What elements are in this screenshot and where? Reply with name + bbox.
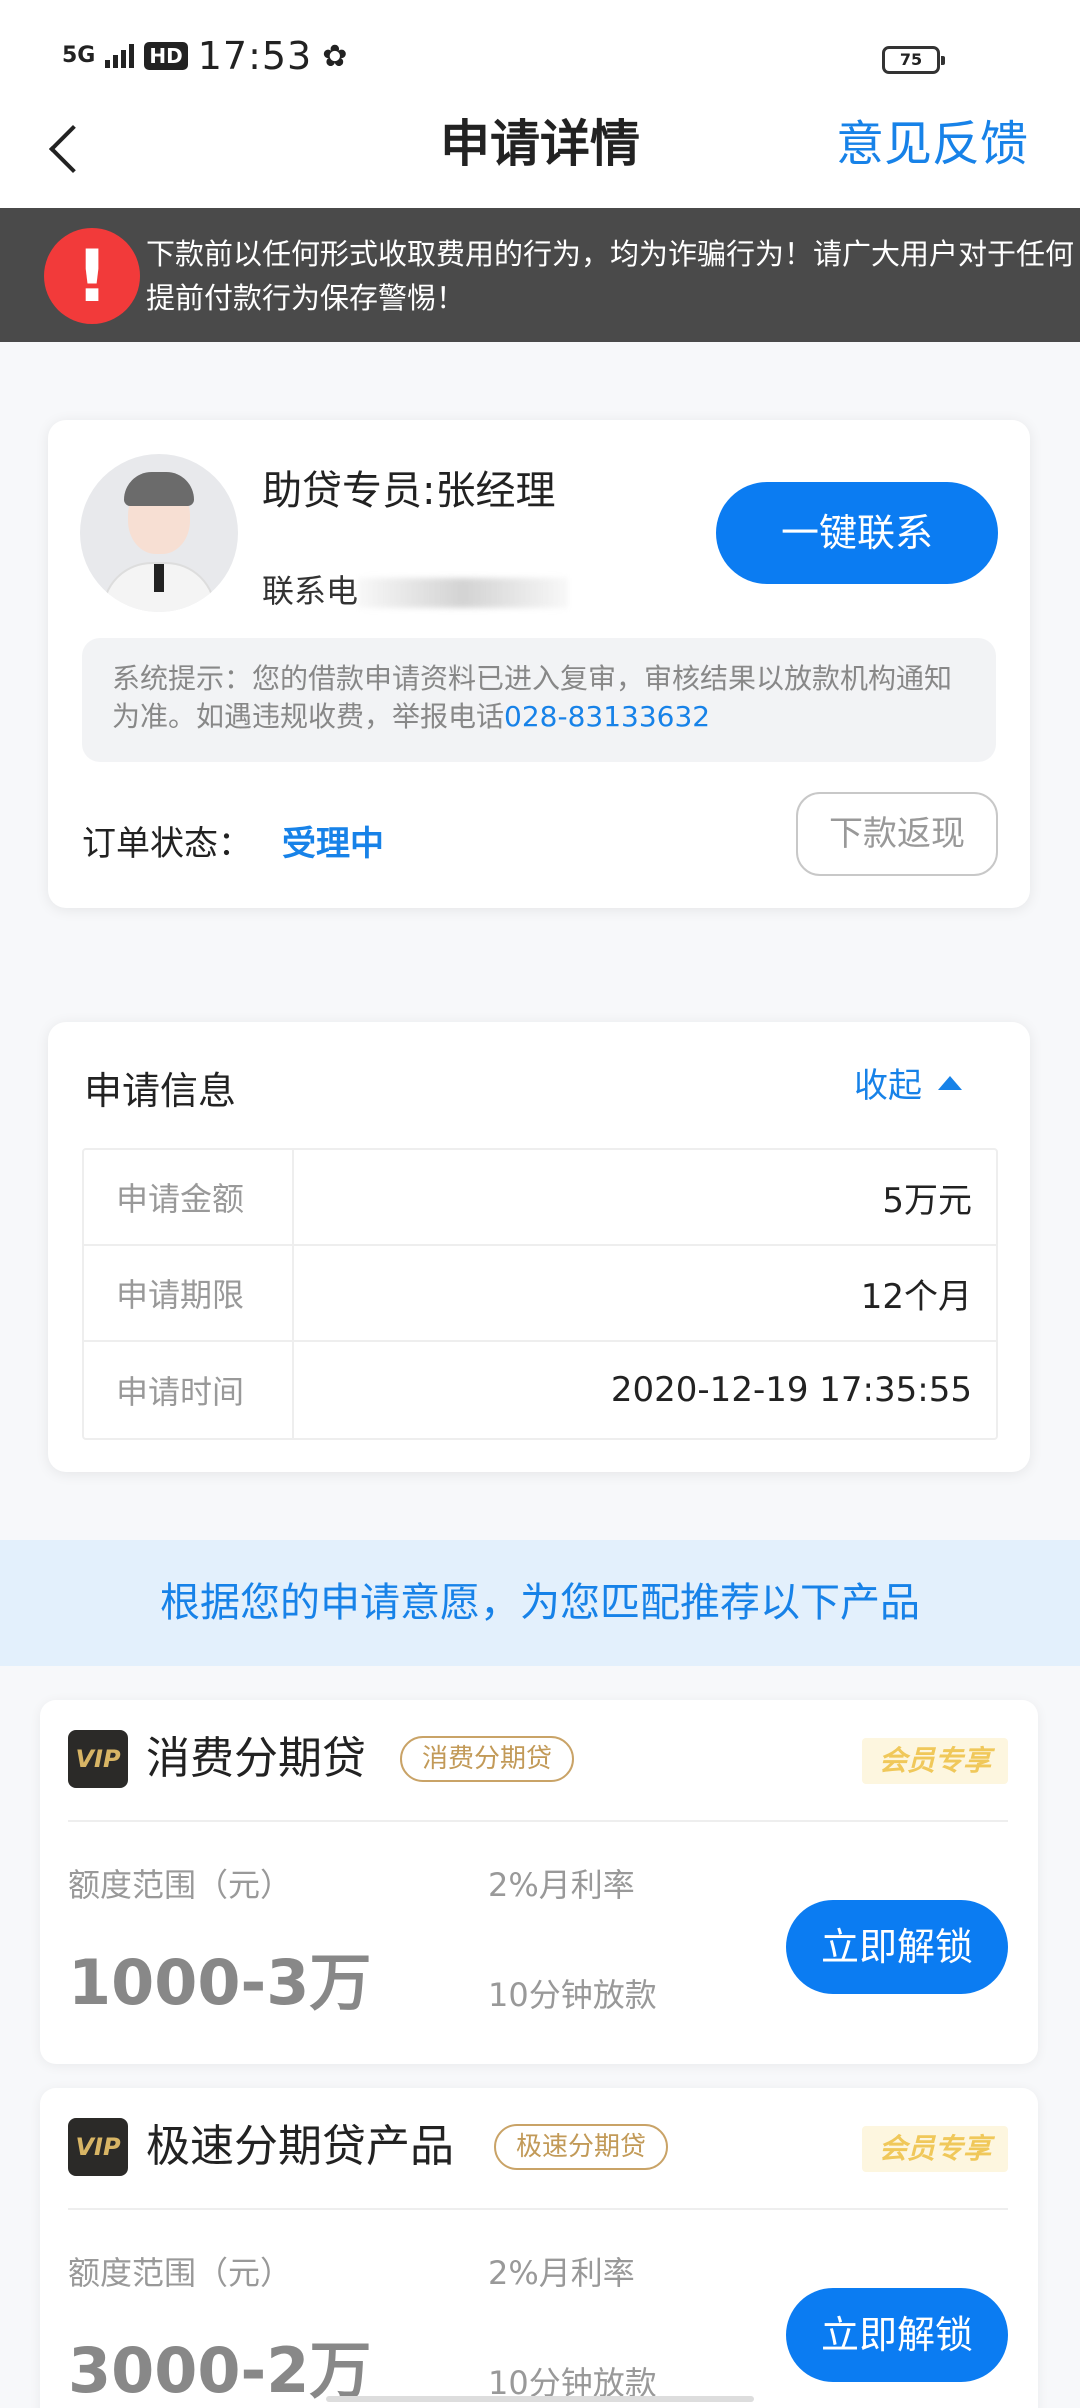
member-badge: 会员专享 [862, 2126, 1008, 2172]
interest-rate: 2%月利率 [488, 1866, 635, 1904]
alert-icon: ! [44, 228, 140, 324]
feedback-link[interactable]: 意见反馈 [836, 104, 1028, 184]
wechat-icon: ✿ [322, 38, 348, 74]
order-status-label: 订单状态： [82, 824, 252, 864]
cashback-button[interactable]: 下款返现 [796, 792, 998, 876]
row-key: 申请期限 [84, 1246, 294, 1340]
report-phone-link[interactable]: 028-83133632 [504, 700, 710, 733]
system-tip: 系统提示：您的借款申请资料已进入复审，审核结果以放款机构通知为准。如遇违规收费，… [82, 638, 996, 762]
unlock-button[interactable]: 立即解锁 [786, 1900, 1008, 1994]
agent-phone: 联系电 [262, 566, 569, 612]
product-tag: 极速分期贷 [494, 2124, 669, 2170]
product-name: 消费分期贷 [146, 1733, 366, 1784]
status-time: 17:53 [197, 34, 313, 78]
product-card[interactable]: VIP 消费分期贷 消费分期贷 会员专享 额度范围（元） 1000-3万 2%月… [40, 1700, 1038, 2064]
status-bar: 5G HD 17:53 ✿ 75 [0, 0, 1080, 100]
range-label: 额度范围（元） [68, 1866, 293, 1904]
avatar [80, 454, 238, 612]
battery-icon: 75 [882, 46, 945, 74]
collapse-toggle[interactable]: 收起 [854, 1058, 962, 1107]
row-value: 2020-12-19 17:35:55 [610, 1370, 972, 1410]
chevron-up-icon [938, 1075, 962, 1090]
row-key: 申请金额 [84, 1150, 294, 1244]
recommend-banner: 根据您的申请意愿，为您匹配推荐以下产品 [0, 1540, 1080, 1666]
interest-rate: 2%月利率 [488, 2254, 635, 2292]
product-card[interactable]: VIP 极速分期贷产品 极速分期贷 会员专享 额度范围（元） 3000-2万 2… [40, 2088, 1038, 2408]
application-info-table: 申请金额 5万元 申请期限 12个月 申请时间 2020-12-19 17:35… [82, 1148, 998, 1440]
agent-phone-prefix: 联系电 [262, 572, 359, 610]
table-row: 申请金额 5万元 [84, 1150, 996, 1246]
nav-bar: 申请详情 意见反馈 [0, 100, 1080, 208]
product-name: 极速分期贷产品 [146, 2121, 454, 2172]
row-value: 12个月 [860, 1276, 972, 1317]
home-indicator[interactable] [326, 2396, 754, 2402]
table-row: 申请期限 12个月 [84, 1246, 996, 1342]
signal-icon [105, 44, 135, 68]
network-type: 5G [62, 43, 96, 68]
application-info-title: 申请信息 [84, 1069, 237, 1113]
vip-icon: VIP [68, 1730, 128, 1788]
application-info-card: 申请信息 收起 申请金额 5万元 申请期限 12个月 申请时间 2020-12-… [48, 1022, 1030, 1472]
warning-text: 下款前以任何形式收取费用的行为，均为诈骗行为！请广大用户对于任何提前付款行为保存… [146, 237, 1075, 315]
phone-blur [358, 578, 569, 608]
table-row: 申请时间 2020-12-19 17:35:55 [84, 1342, 996, 1438]
contact-button[interactable]: 一键联系 [716, 482, 998, 584]
member-badge: 会员专享 [862, 1738, 1008, 1784]
row-key: 申请时间 [84, 1342, 294, 1438]
vip-icon: VIP [68, 2118, 128, 2176]
range-value: 3000-2万 [68, 2334, 372, 2407]
product-tag: 消费分期贷 [400, 1736, 575, 1782]
order-status-value: 受理中 [282, 824, 384, 864]
divider [68, 1820, 1008, 1822]
row-value: 5万元 [882, 1180, 972, 1221]
collapse-label: 收起 [854, 1066, 922, 1106]
disbursement-speed: 10分钟放款 [488, 1976, 657, 2014]
status-left: 5G HD 17:53 ✿ [62, 34, 347, 78]
range-value: 1000-3万 [68, 1946, 372, 2019]
agent-card: 助贷专员:张经理 联系电 一键联系 系统提示：您的借款申请资料已进入复审，审核结… [48, 420, 1030, 908]
fraud-warning-banner: ! 下款前以任何形式收取费用的行为，均为诈骗行为！请广大用户对于任何提前付款行为… [0, 208, 1080, 342]
range-label: 额度范围（元） [68, 2254, 293, 2292]
agent-name: 助贷专员:张经理 [262, 468, 556, 514]
unlock-button[interactable]: 立即解锁 [786, 2288, 1008, 2382]
divider [68, 2208, 1008, 2210]
hd-icon: HD [144, 42, 188, 70]
